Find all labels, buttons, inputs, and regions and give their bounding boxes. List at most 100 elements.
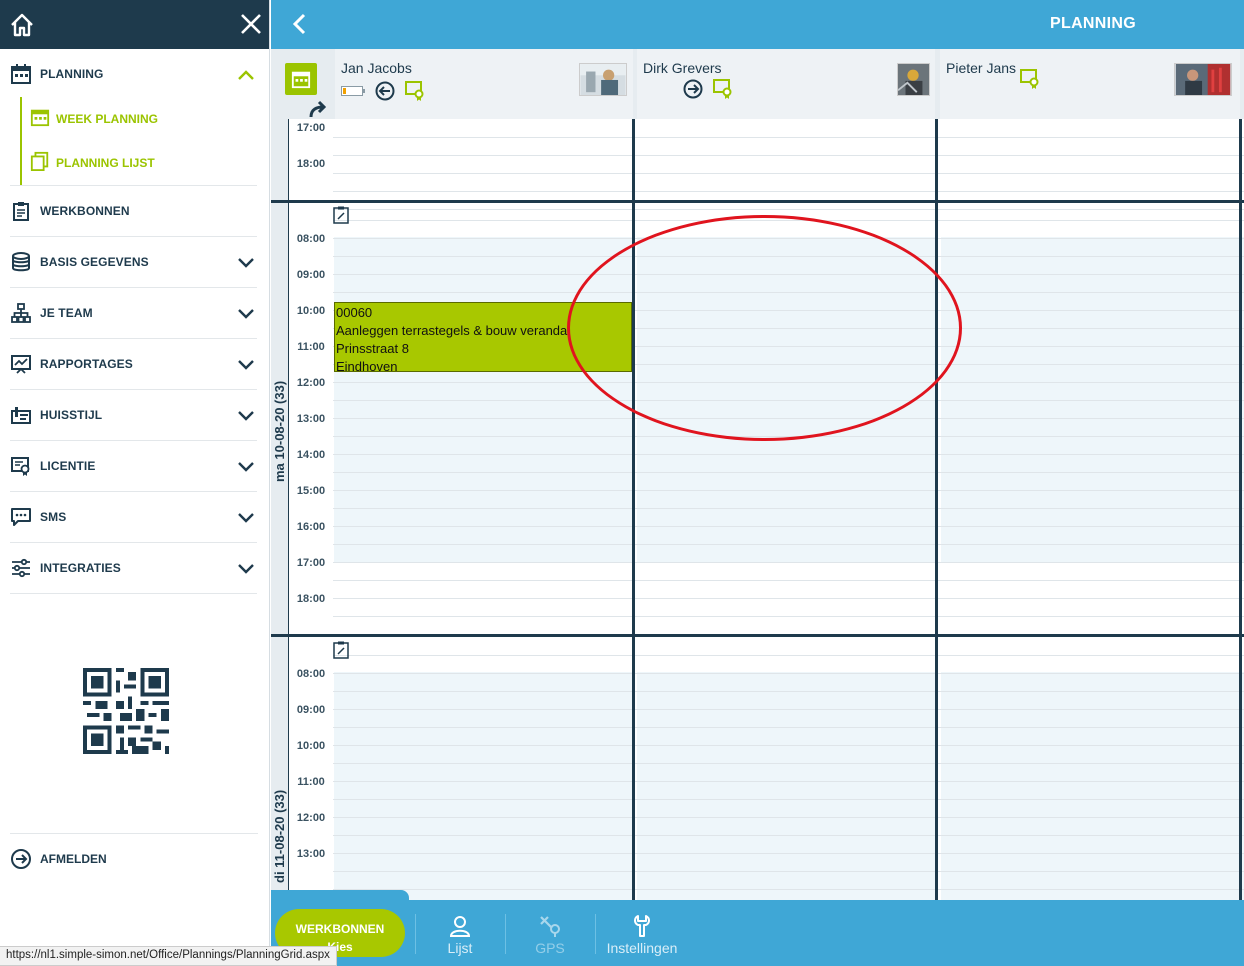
sidebar-item-label: PLANNING xyxy=(40,67,104,81)
close-icon[interactable] xyxy=(239,12,263,36)
sidebar-item-label: BASIS GEGEVENS xyxy=(40,255,149,269)
sidebar-item-label: WEEK PLANNING xyxy=(56,112,158,126)
resource-pieter-jans[interactable]: Pieter Jans xyxy=(940,49,1240,119)
time-column: 17:00 18:00 08:00 09:00 10:00 11:00 12:0… xyxy=(289,119,349,900)
qr-code xyxy=(83,668,169,754)
column-separator xyxy=(935,119,938,900)
grid-line xyxy=(333,598,1244,599)
tab-lijst[interactable]: Lijst xyxy=(415,914,505,964)
sliders-icon xyxy=(10,557,32,579)
grid-line xyxy=(333,191,1244,192)
database-icon xyxy=(10,251,32,273)
sidebar: PLANNING WEEK PLANNING PLANNING LIJST WE… xyxy=(0,0,270,966)
event-description: Aanleggen terrastegels & bouw veranda xyxy=(336,323,568,338)
hour-label: 14:00 xyxy=(296,449,326,461)
tools-location-icon xyxy=(540,916,560,937)
chevron-down-icon[interactable] xyxy=(237,253,255,271)
calendar-button[interactable] xyxy=(285,63,317,95)
calendar-icon xyxy=(10,63,32,85)
chevron-down-icon[interactable] xyxy=(237,559,255,577)
grid-line xyxy=(333,673,1244,674)
grid-line xyxy=(333,382,1244,383)
sidebar-item-label: INTEGRATIES xyxy=(40,561,121,575)
grid-line xyxy=(333,835,1244,836)
chevron-down-icon[interactable] xyxy=(237,508,255,526)
chevron-down-icon[interactable] xyxy=(237,304,255,322)
planning-subnav: WEEK PLANNING PLANNING LIJST xyxy=(20,97,257,185)
hour-label: 17:00 xyxy=(296,122,326,134)
grid-line xyxy=(333,727,1244,728)
grid-line xyxy=(333,137,1244,138)
home-icon[interactable] xyxy=(9,12,35,38)
sidebar-item-label: WERKBONNEN xyxy=(40,204,130,218)
tab-label: GPS xyxy=(535,940,565,956)
tab-gps[interactable]: GPS xyxy=(505,914,595,964)
chevron-down-icon[interactable] xyxy=(237,406,255,424)
column-separator xyxy=(632,119,635,900)
hour-label: 08:00 xyxy=(296,668,326,680)
sidebar-item-basis-gegevens[interactable]: BASIS GEGEVENS xyxy=(10,237,257,288)
hour-label: 09:00 xyxy=(296,704,326,716)
user-icon xyxy=(449,916,471,937)
hour-label: 10:00 xyxy=(296,740,326,752)
battery-icon xyxy=(341,86,365,96)
resource-dirk-grevers[interactable]: Dirk Grevers xyxy=(637,49,935,119)
hour-label: 18:00 xyxy=(296,158,326,170)
certificate-icon xyxy=(405,81,424,101)
hour-label: 16:00 xyxy=(296,521,326,533)
working-hours-shade xyxy=(334,672,633,900)
grid-line xyxy=(333,853,1244,854)
logout-button[interactable]: AFMELDEN xyxy=(10,833,258,883)
day-label: ma 10-08-20 (33) xyxy=(272,380,287,482)
sidebar-item-werkbonnen[interactable]: WERKBONNEN xyxy=(10,186,257,237)
resource-jan-jacobs[interactable]: Jan Jacobs xyxy=(335,49,633,119)
resource-header: Jan Jacobs Dirk Grevers Pieter Jans xyxy=(271,49,1244,119)
sidebar-item-licentie[interactable]: LICENTIE xyxy=(10,441,257,492)
tab-label: Lijst xyxy=(447,940,473,956)
resource-photo xyxy=(579,63,627,96)
chevron-up-icon[interactable] xyxy=(237,67,255,85)
sidebar-item-planning[interactable]: PLANNING xyxy=(10,51,257,97)
clipboard-edit-icon[interactable] xyxy=(333,206,349,224)
swap-arrows-icon[interactable] xyxy=(307,97,331,119)
grid-line xyxy=(333,436,1244,437)
copy-list-icon xyxy=(30,151,50,176)
grid-line xyxy=(333,817,1244,818)
clipboard-edit-icon[interactable] xyxy=(333,641,349,659)
day-separator xyxy=(271,634,1244,637)
grid-line xyxy=(333,580,1244,581)
hour-label: 17:00 xyxy=(296,557,326,569)
sidebar-item-integraties[interactable]: INTEGRATIES xyxy=(10,543,257,594)
hour-label: 09:00 xyxy=(296,269,326,281)
tab-instellingen[interactable]: Instellingen xyxy=(597,914,687,964)
planning-event[interactable]: 00060 Aanleggen terrastegels & bouw vera… xyxy=(334,302,632,372)
resource-name: Dirk Grevers xyxy=(643,60,722,76)
grid-line xyxy=(333,763,1244,764)
hour-label: 10:00 xyxy=(296,305,326,317)
sidebar-item-planning-lijst[interactable]: PLANNING LIJST xyxy=(22,141,257,185)
grid-line xyxy=(333,490,1244,491)
event-city: Eindhoven xyxy=(336,359,398,372)
planning-grid[interactable]: 17:00 18:00 08:00 09:00 10:00 11:00 12:0… xyxy=(271,119,1244,900)
sidebar-item-je-team[interactable]: JE TEAM xyxy=(10,288,257,339)
sidebar-item-huisstijl[interactable]: HUISSTIJL xyxy=(10,390,257,441)
grid-line xyxy=(333,256,1244,257)
grid-line xyxy=(333,526,1244,527)
sidebar-item-label: JE TEAM xyxy=(40,306,93,320)
sidebar-item-sms[interactable]: SMS xyxy=(10,492,257,543)
chevron-down-icon[interactable] xyxy=(237,355,255,373)
chevron-down-icon[interactable] xyxy=(237,457,255,475)
grid-line xyxy=(333,562,1244,563)
main-area: PLANNING Jan Jacobs Dirk Grevers Pieter … xyxy=(271,0,1244,966)
brand-icon xyxy=(10,404,32,426)
certificate-icon xyxy=(1020,69,1039,89)
calendar-icon xyxy=(291,71,311,89)
sidebar-item-label: RAPPORTAGES xyxy=(40,357,133,371)
grid-line xyxy=(333,544,1244,545)
sidebar-item-label: HUISSTIJL xyxy=(40,408,103,422)
sidebar-item-week-planning[interactable]: WEEK PLANNING xyxy=(22,97,257,141)
hour-label: 11:00 xyxy=(297,341,325,353)
sidebar-item-rapportages[interactable]: RAPPORTAGES xyxy=(10,339,257,390)
back-chevron-icon[interactable] xyxy=(289,13,311,35)
day-label: di 11-08-20 (33) xyxy=(272,789,287,883)
